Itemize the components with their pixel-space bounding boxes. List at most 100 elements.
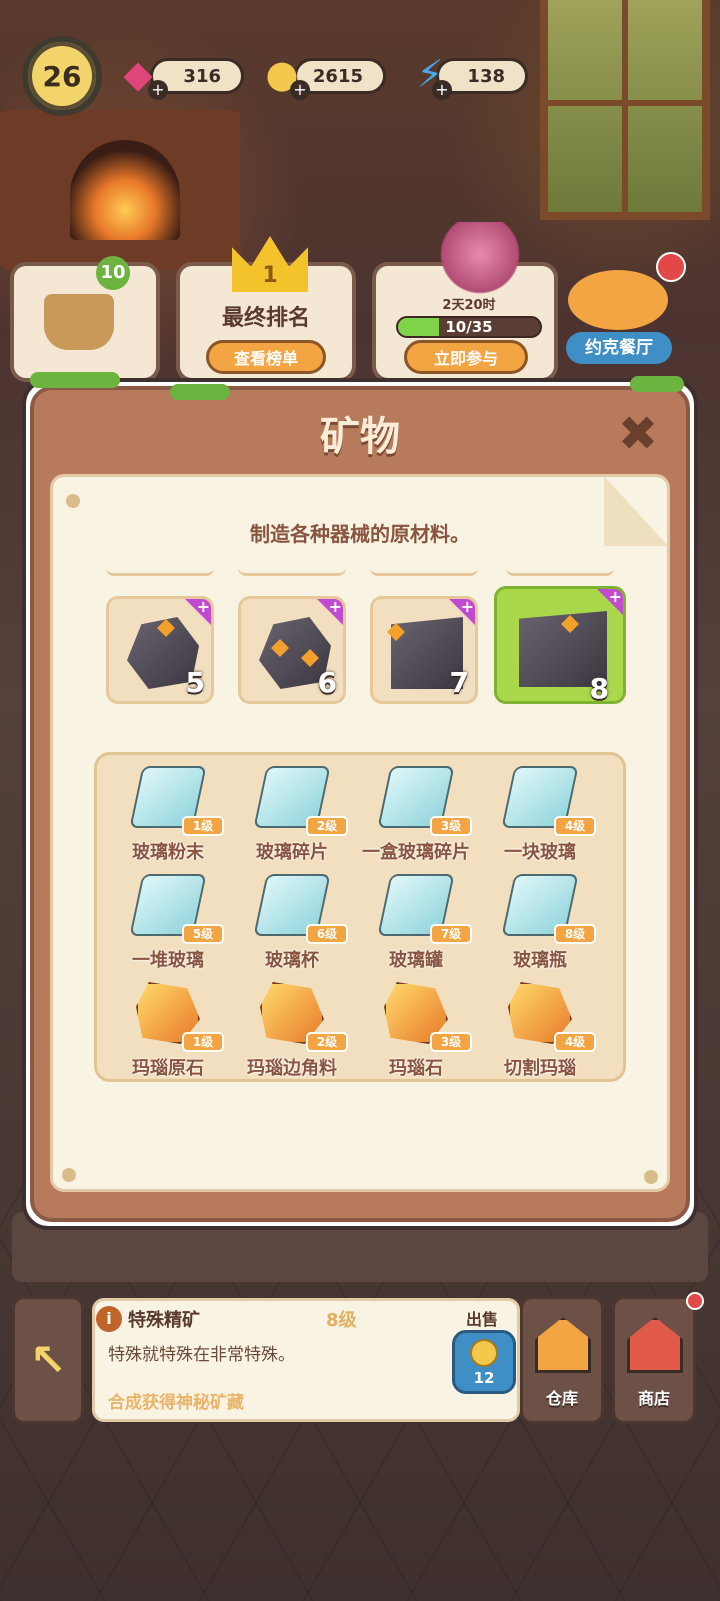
paper-pin <box>62 1168 76 1182</box>
item-level-badge: 1级 <box>182 816 224 836</box>
gems-value: 316 <box>183 65 221 87</box>
item-name: 玻璃杯 <box>265 950 319 971</box>
material-item[interactable]: 1级玻璃粉末 <box>106 760 230 864</box>
tier-number: 8 <box>589 672 609 704</box>
item-name: 玻璃碎片 <box>256 842 328 863</box>
tier-slot-5[interactable]: + 5 <box>106 596 214 704</box>
material-item[interactable]: 7级玻璃罐 <box>354 868 478 972</box>
restaurant-icon[interactable] <box>568 270 668 330</box>
item-level-badge: 4级 <box>554 1032 596 1052</box>
item-level-badge: 2级 <box>306 1032 348 1052</box>
item-name: 切割玛瑙 <box>504 1058 576 1079</box>
warehouse-button[interactable]: 仓库 <box>520 1296 604 1424</box>
coins-value: 2615 <box>312 65 363 87</box>
item-name: 一盒玻璃碎片 <box>362 842 470 863</box>
item-level-badge: 5级 <box>182 924 224 944</box>
add-gems-icon[interactable]: + <box>148 80 168 100</box>
leaf-decoration <box>30 372 120 388</box>
info-icon: i <box>96 1306 122 1332</box>
modal-description: 制造各种器械的原材料。 <box>250 522 470 546</box>
item-name: 玻璃瓶 <box>513 950 567 971</box>
item-level-badge: 3级 <box>430 1032 472 1052</box>
item-level-badge: 8级 <box>554 924 596 944</box>
info-item-level: 8级 <box>326 1310 357 1331</box>
shop-icon <box>627 1317 683 1373</box>
material-item[interactable]: 4级一块玻璃 <box>478 760 602 864</box>
shop-label: 商店 <box>637 1389 670 1408</box>
material-item[interactable]: 3级玛瑙石 <box>354 976 478 1080</box>
paper-pin <box>644 1170 658 1184</box>
order-card[interactable] <box>10 262 160 382</box>
paper-pin <box>66 494 80 508</box>
restaurant-name: 约克餐厅 <box>566 332 672 364</box>
tier-slot-hidden <box>370 560 478 576</box>
tier-slot-8-selected[interactable]: + 8 <box>494 586 626 704</box>
grape-basket-icon <box>44 294 114 350</box>
view-ranking-button[interactable]: 查看榜单 <box>206 340 326 374</box>
energy-value: 138 <box>467 65 505 87</box>
fireplace <box>0 110 240 270</box>
material-item[interactable]: 2级玛瑙边角料 <box>230 976 354 1080</box>
material-item[interactable]: 2级玻璃碎片 <box>230 760 354 864</box>
order-badge: 10 <box>96 256 130 290</box>
ranking-title: 最终排名 <box>221 306 310 331</box>
material-item[interactable]: 5级一堆玻璃 <box>106 868 230 972</box>
material-item[interactable]: 1级 玛瑙原石 <box>106 976 230 1080</box>
upgrade-icon: + <box>315 599 343 627</box>
sell-price: 12 <box>473 1369 495 1387</box>
tier-number: 7 <box>449 666 469 699</box>
upgrade-icon: + <box>183 599 211 627</box>
back-button[interactable]: ↖ <box>12 1296 84 1424</box>
item-level-badge: 3级 <box>430 816 472 836</box>
tier-slot-hidden <box>506 560 614 576</box>
event-progress-text: 10/35 <box>445 318 493 336</box>
warehouse-label: 仓库 <box>545 1389 578 1408</box>
info-item-name: 特殊精矿 <box>128 1310 200 1331</box>
fire-icon <box>70 140 180 240</box>
player-level: 26 <box>42 59 82 93</box>
event-time: 2天20时 <box>442 298 496 313</box>
item-name: 玛瑙石 <box>389 1058 443 1079</box>
item-name: 玛瑙原石 <box>132 1058 204 1079</box>
sell-label: 出售 <box>466 1310 499 1329</box>
material-item[interactable]: 8级玻璃瓶 <box>478 868 602 972</box>
player-level-badge[interactable]: 26 <box>22 36 102 116</box>
coin-icon <box>470 1339 498 1367</box>
join-event-button[interactable]: 立即参与 <box>404 340 528 374</box>
item-name: 玛瑙边角料 <box>247 1058 337 1079</box>
tier-slot-7[interactable]: + 7 <box>370 596 478 704</box>
item-name: 一堆玻璃 <box>132 950 204 971</box>
blossom-tree-icon <box>430 222 530 302</box>
add-coins-icon[interactable]: + <box>290 80 310 100</box>
modal-title: 矿物 <box>320 414 400 460</box>
leaf-decoration <box>170 384 230 400</box>
window <box>540 0 710 220</box>
tier-slot-hidden <box>238 560 346 576</box>
material-item[interactable]: 3级一盒玻璃碎片 <box>354 760 478 864</box>
tier-number: 6 <box>317 666 337 699</box>
add-energy-icon[interactable]: + <box>432 80 452 100</box>
tier-slot-6[interactable]: + 6 <box>238 596 346 704</box>
edit-icon[interactable] <box>656 252 686 282</box>
item-level-badge: 4级 <box>554 816 596 836</box>
sell-button[interactable]: 12 <box>452 1330 516 1394</box>
shop-button[interactable]: 商店 <box>612 1296 696 1424</box>
material-item[interactable]: 6级玻璃杯 <box>230 868 354 972</box>
item-level-badge: 6级 <box>306 924 348 944</box>
notification-dot <box>686 1292 704 1310</box>
item-level-badge: 2级 <box>306 816 348 836</box>
warehouse-icon <box>535 1317 591 1373</box>
item-name: 玻璃粉末 <box>132 842 204 863</box>
item-name: 一块玻璃 <box>504 842 576 863</box>
item-name: 玻璃罐 <box>389 950 443 971</box>
material-item[interactable]: 4级切割玛瑙 <box>478 976 602 1080</box>
tier-number: 5 <box>185 666 205 699</box>
tier-slot-hidden <box>106 560 214 576</box>
leaf-decoration <box>630 376 684 392</box>
info-item-description: 特殊就特殊在非常特殊。 <box>108 1345 295 1365</box>
item-level-badge: 7级 <box>430 924 472 944</box>
close-icon[interactable]: ✖ <box>616 410 660 458</box>
ranking-rank: 1 <box>262 263 278 288</box>
back-arrow-icon: ↖ <box>29 1334 67 1386</box>
info-item-hint: 合成获得神秘矿藏 <box>108 1393 244 1413</box>
